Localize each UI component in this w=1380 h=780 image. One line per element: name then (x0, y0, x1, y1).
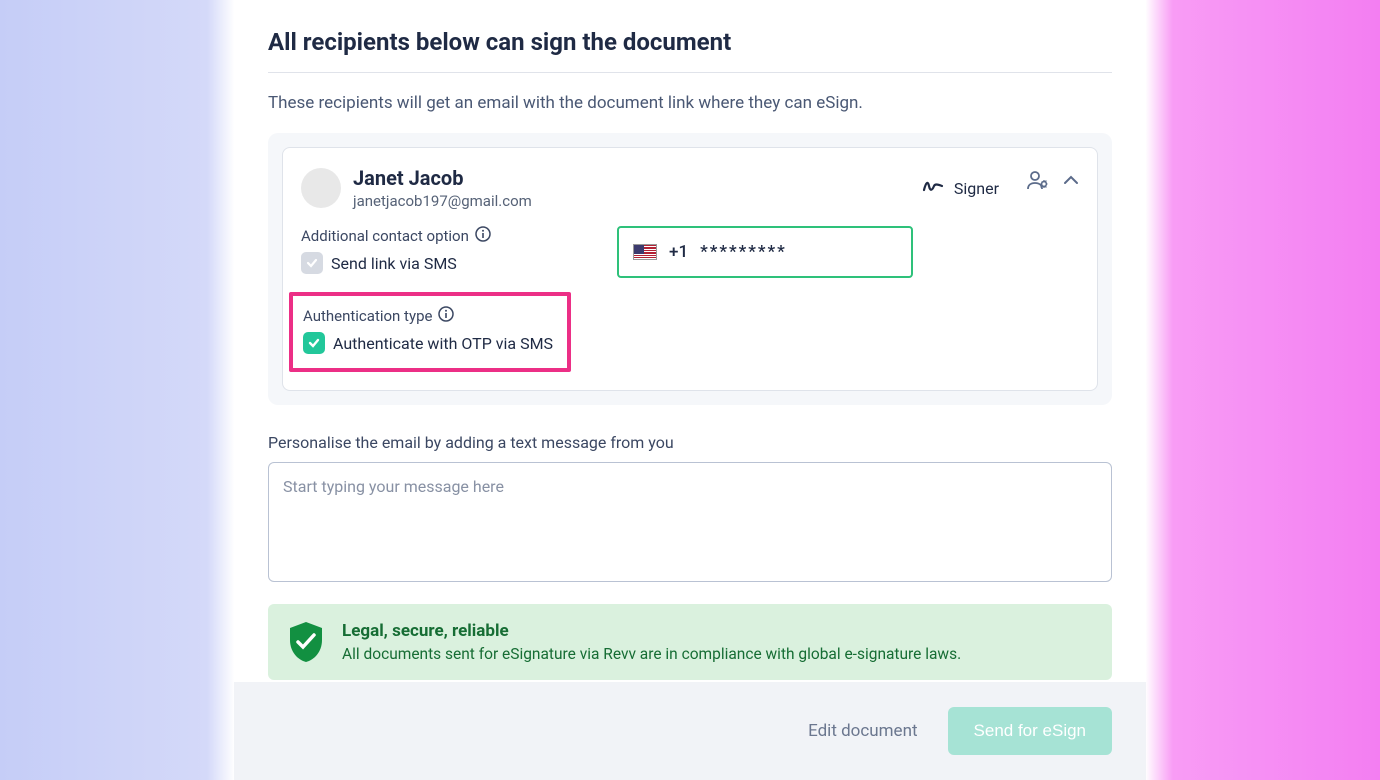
recipient-name: Janet Jacob (353, 166, 922, 190)
auth-otp-checkbox[interactable] (303, 332, 325, 354)
page-subtitle: These recipients will get an email with … (268, 93, 1112, 113)
phone-input[interactable]: +1 ********* (617, 226, 913, 278)
auth-type-label: Authentication type (303, 307, 432, 325)
edit-document-link[interactable]: Edit document (808, 721, 917, 741)
authentication-highlight: Authentication type Authenticate with OT… (289, 292, 571, 372)
recipients-container: Janet Jacob janetjacob197@gmail.com Sign… (268, 133, 1112, 405)
message-input[interactable] (268, 462, 1112, 582)
legal-banner: Legal, secure, reliable All documents se… (268, 604, 1112, 680)
chevron-up-icon[interactable] (1063, 175, 1079, 185)
send-sms-checkbox[interactable] (301, 252, 323, 274)
additional-contact-section: Additional contact option Send link via … (301, 226, 609, 274)
send-sms-label: Send link via SMS (331, 254, 457, 273)
send-for-esign-button[interactable]: Send for eSign (948, 707, 1112, 755)
info-icon[interactable] (438, 306, 454, 326)
recipient-email: janetjacob197@gmail.com (353, 192, 922, 210)
recipient-header: Janet Jacob janetjacob197@gmail.com Sign… (301, 166, 1079, 210)
page-title: All recipients below can sign the docume… (268, 28, 1112, 73)
recipient-card: Janet Jacob janetjacob197@gmail.com Sign… (282, 147, 1098, 391)
avatar (301, 168, 341, 208)
info-icon[interactable] (475, 226, 491, 246)
shield-check-icon (286, 620, 326, 664)
user-settings-icon[interactable] (1027, 170, 1049, 190)
us-flag-icon (633, 244, 657, 260)
phone-prefix: +1 (669, 242, 688, 262)
esign-panel: All recipients below can sign the docume… (234, 0, 1146, 780)
additional-contact-label: Additional contact option (301, 227, 469, 245)
recipient-identity: Janet Jacob janetjacob197@gmail.com (353, 166, 922, 210)
legal-subtitle: All documents sent for eSignature via Re… (342, 645, 961, 663)
footer-actions: Edit document Send for eSign (234, 682, 1146, 780)
personalise-label: Personalise the email by adding a text m… (268, 433, 1112, 452)
signature-icon (922, 178, 944, 198)
role-label: Signer (954, 179, 999, 198)
phone-masked: ********* (700, 242, 787, 262)
legal-title: Legal, secure, reliable (342, 621, 961, 641)
auth-otp-label: Authenticate with OTP via SMS (333, 334, 553, 353)
recipient-role: Signer (922, 178, 999, 198)
